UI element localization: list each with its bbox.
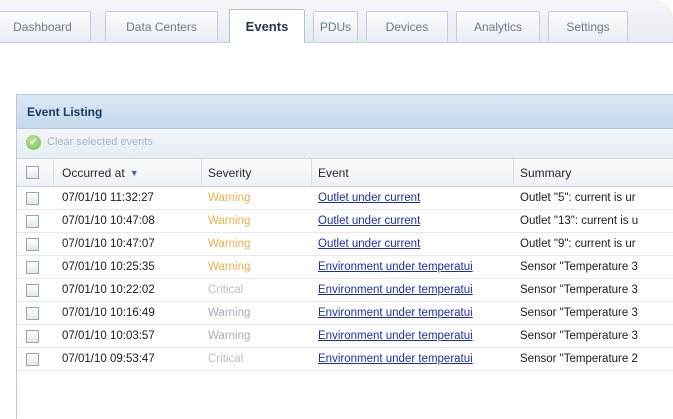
tab-analytics[interactable]: Analytics <box>456 11 540 41</box>
table-row[interactable]: 07/01/10 10:47:08 Warning Outlet under cur… <box>17 210 673 233</box>
tab-events[interactable]: Events <box>229 9 305 43</box>
severity-cell: Warning <box>208 238 251 250</box>
summary-cell: Sensor "Temperature 3 <box>520 330 638 342</box>
row-checkbox[interactable] <box>26 306 39 320</box>
summary-cell: Sensor "Temperature 3 <box>520 261 638 273</box>
row-select-cell <box>17 348 54 370</box>
severity-cell: Critical <box>208 284 244 296</box>
column-severity-label: Severity <box>208 165 252 180</box>
summary-cell: Sensor "Temperature 3 <box>520 284 638 296</box>
grid-header: Occurred at ▼ Severity Event Summary <box>17 159 673 187</box>
event-cell: Environment under temperatui <box>312 256 514 278</box>
summary-cell: Outlet "9": current is ur <box>520 238 636 250</box>
event-cell: Outlet under current <box>312 187 514 209</box>
select-all-cell <box>17 159 54 186</box>
row-select-cell <box>17 256 54 278</box>
app-window: Dashboard Data Centers Events PDUs Devic… <box>0 0 673 419</box>
event-link[interactable]: Environment under temperatui <box>318 330 473 342</box>
row-select-cell <box>17 325 54 347</box>
column-summary-label: Summary <box>520 165 572 180</box>
sort-descending-icon: ▼ <box>129 167 139 178</box>
summary-cell: Outlet "13": current is u <box>520 215 639 227</box>
tab-settings[interactable]: Settings <box>548 11 628 41</box>
row-checkbox[interactable] <box>26 214 39 228</box>
column-event[interactable]: Event <box>312 159 514 186</box>
severity-cell: Warning <box>208 261 251 273</box>
main-tab-bar: Dashboard Data Centers Events PDUs Devic… <box>0 0 673 43</box>
table-row[interactable]: 07/01/10 10:22:02 Critical Environment und… <box>17 279 673 302</box>
table-row[interactable]: 07/01/10 10:47:07 Warning Outlet under cur… <box>17 233 673 256</box>
column-summary[interactable]: Summary <box>514 159 673 186</box>
severity-cell: Critical <box>208 353 244 365</box>
severity-cell: Warning <box>208 307 251 319</box>
column-occurred-at[interactable]: Occurred at ▼ <box>54 159 202 186</box>
event-link[interactable]: Environment under temperatui <box>318 307 473 319</box>
event-cell: Environment under temperatui <box>312 325 514 347</box>
row-select-cell <box>17 210 54 232</box>
occurred-at-cell: 07/01/10 10:47:08 <box>62 215 155 227</box>
occurred-at-cell: 07/01/10 10:47:07 <box>62 238 155 250</box>
row-checkbox[interactable] <box>26 352 39 366</box>
row-checkbox[interactable] <box>26 329 39 343</box>
tab-data-centers[interactable]: Data Centers <box>105 11 218 41</box>
panel-title: Event Listing <box>27 105 103 119</box>
event-cell: Environment under temperatui <box>312 348 514 370</box>
row-checkbox[interactable] <box>26 283 39 297</box>
row-select-cell <box>17 302 54 324</box>
event-listing-panel: Event Listing ✓ Clear selected events Oc… <box>16 94 673 419</box>
row-select-cell <box>17 279 54 301</box>
table-row[interactable]: 07/01/10 10:16:49 Warning Environment unde… <box>17 302 673 325</box>
event-cell: Outlet under current <box>312 233 514 255</box>
summary-cell: Outlet "5": current is ur <box>520 192 636 204</box>
column-occurred-at-label: Occurred at <box>62 165 125 180</box>
summary-cell: Sensor "Temperature 2 <box>520 353 638 365</box>
event-cell: Environment under temperatui <box>312 279 514 301</box>
tab-devices[interactable]: Devices <box>366 11 448 41</box>
summary-cell: Sensor "Temperature 3 <box>520 307 638 319</box>
row-select-cell <box>17 187 54 209</box>
row-checkbox[interactable] <box>26 191 39 205</box>
event-link[interactable]: Environment under temperatui <box>318 261 473 273</box>
clear-selected-events-button[interactable]: Clear selected events <box>47 136 153 148</box>
occurred-at-cell: 07/01/10 09:53:47 <box>62 353 155 365</box>
checkmark-icon[interactable]: ✓ <box>26 135 41 150</box>
row-checkbox[interactable] <box>26 260 39 274</box>
event-link[interactable]: Environment under temperatui <box>318 353 473 365</box>
row-checkbox[interactable] <box>26 237 39 251</box>
table-row[interactable]: 07/01/10 10:25:35 Warning Environment unde… <box>17 256 673 279</box>
event-link[interactable]: Outlet under current <box>318 192 420 204</box>
panel-header: Event Listing <box>17 95 673 129</box>
severity-cell: Warning <box>208 192 251 204</box>
event-link[interactable]: Outlet under current <box>318 215 420 227</box>
severity-cell: Warning <box>208 215 251 227</box>
event-link[interactable]: Outlet under current <box>318 238 420 250</box>
event-cell: Outlet under current <box>312 210 514 232</box>
occurred-at-cell: 07/01/10 10:25:35 <box>62 261 155 273</box>
table-row[interactable]: 07/01/10 11:32:27 Warning Outlet under cur… <box>17 187 673 210</box>
panel-toolbar: ✓ Clear selected events <box>17 129 673 159</box>
occurred-at-cell: 07/01/10 11:32:27 <box>62 192 154 204</box>
occurred-at-cell: 07/01/10 10:16:49 <box>62 307 155 319</box>
severity-cell: Warning <box>208 330 251 342</box>
row-select-cell <box>17 233 54 255</box>
select-all-checkbox[interactable] <box>26 166 39 179</box>
occurred-at-cell: 07/01/10 10:03:57 <box>62 330 155 342</box>
tab-dashboard[interactable]: Dashboard <box>0 11 91 41</box>
event-link[interactable]: Environment under temperatui <box>318 284 473 296</box>
tab-pdus[interactable]: PDUs <box>313 11 358 41</box>
event-cell: Environment under temperatui <box>312 302 514 324</box>
column-severity[interactable]: Severity <box>202 159 312 186</box>
table-row[interactable]: 07/01/10 09:53:47 Critical Environment und… <box>17 348 673 371</box>
table-row[interactable]: 07/01/10 10:03:57 Warning Environment unde… <box>17 325 673 348</box>
occurred-at-cell: 07/01/10 10:22:02 <box>62 284 155 296</box>
column-event-label: Event <box>318 165 349 180</box>
